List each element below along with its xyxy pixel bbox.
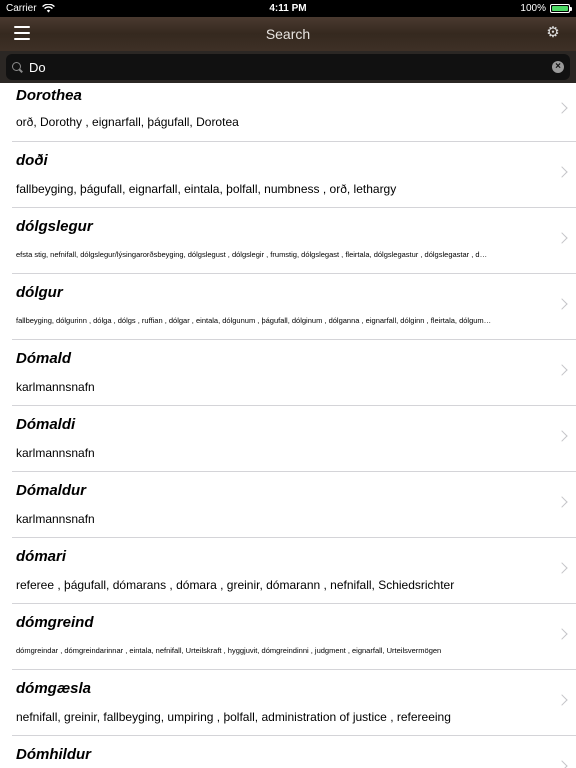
list-item[interactable]: Dómhildur [0, 736, 576, 768]
entry-summary: karlmannsnafn [16, 380, 95, 394]
chevron-right-icon [556, 760, 568, 768]
chevron-right-icon [556, 430, 568, 442]
chevron-right-icon [556, 628, 568, 640]
chevron-right-icon [556, 166, 568, 178]
status-left: Carrier [6, 3, 55, 14]
entry-summary: fallbeyging, þágufall, eignarfall, einta… [16, 182, 397, 196]
entry-title: Dómhildur [16, 746, 91, 763]
list-item[interactable]: Dómald karlmannsnafn [0, 340, 576, 406]
chevron-right-icon [556, 232, 568, 244]
battery-icon [550, 4, 572, 13]
list-item[interactable]: doði fallbeyging, þágufall, eignarfall, e… [0, 142, 576, 208]
list-item[interactable]: dómgæsla nefnifall, greinir, fallbeyging,… [0, 670, 576, 736]
entry-summary: efsta stig, nefnifall, dólgslegur/lýsing… [16, 250, 488, 259]
chevron-right-icon [556, 102, 568, 114]
search-icon [12, 61, 23, 73]
entry-title: Dómald [16, 350, 72, 367]
entry-title: doði [16, 152, 48, 169]
entry-title: Dómaldur [16, 482, 87, 499]
entry-summary: nefnifall, greinir, fallbeyging, umpirin… [16, 710, 451, 724]
status-time: 4:11 PM [269, 3, 307, 14]
status-right: 100% [520, 3, 572, 14]
entry-summary: fallbeyging, dólgurinn , dólga , dólgs ,… [16, 316, 492, 325]
chevron-right-icon [556, 496, 568, 508]
list-item[interactable]: dólgslegur efsta stig, nefnifall, dólgsle… [0, 208, 576, 274]
battery-percent: 100% [520, 3, 546, 14]
entry-title: dólgur [16, 284, 63, 301]
list-item[interactable]: Dómaldur karlmannsnafn [0, 472, 576, 538]
battery-level [552, 6, 568, 11]
entry-summary: dómgreindar , dómgreindarinnar , eintala… [16, 646, 442, 655]
list-item[interactable]: Dómaldi karlmannsnafn [0, 406, 576, 472]
gear-icon[interactable]: ⚙ [544, 24, 562, 42]
entry-title: Dorothea [16, 87, 82, 104]
results-list[interactable]: Dorothea orð, Dorothy , eignarfall, þáguf… [0, 83, 576, 768]
page-title: Search [265, 26, 311, 42]
entry-title: dómgæsla [16, 680, 92, 697]
wifi-icon [41, 4, 55, 13]
list-item[interactable]: dómari referee , þágufall, dómarans , dóm… [0, 538, 576, 604]
search-field[interactable]: × [6, 54, 570, 80]
chevron-right-icon [556, 562, 568, 574]
entry-summary: referee , þágufall, dómarans , dómara , … [16, 578, 455, 592]
status-bar: Carrier 4:11 PM 100% [0, 0, 576, 17]
list-item[interactable]: Dorothea orð, Dorothy , eignarfall, þáguf… [0, 83, 576, 142]
list-item[interactable]: dómgreind dómgreindar , dómgreindarinnar … [0, 604, 576, 670]
entry-title: dómari [16, 548, 67, 565]
entry-summary: karlmannsnafn [16, 512, 95, 526]
chevron-right-icon [556, 694, 568, 706]
clear-icon[interactable]: × [552, 61, 564, 73]
navigation-bar: Search ⚙ [0, 17, 576, 51]
list-item[interactable]: dólgur fallbeyging, dólgurinn , dólga , d… [0, 274, 576, 340]
chevron-right-icon [556, 364, 568, 376]
entry-summary: orð, Dorothy , eignarfall, þágufall, Dor… [16, 115, 239, 129]
entry-title: Dómaldi [16, 416, 76, 433]
menu-icon[interactable] [14, 26, 30, 40]
chevron-right-icon [556, 298, 568, 310]
carrier-label: Carrier [6, 3, 37, 14]
entry-title: dómgreind [16, 614, 94, 631]
entry-title: dólgslegur [16, 218, 93, 235]
search-bar: × [0, 51, 576, 83]
entry-summary: karlmannsnafn [16, 446, 95, 460]
search-input[interactable] [29, 59, 552, 75]
